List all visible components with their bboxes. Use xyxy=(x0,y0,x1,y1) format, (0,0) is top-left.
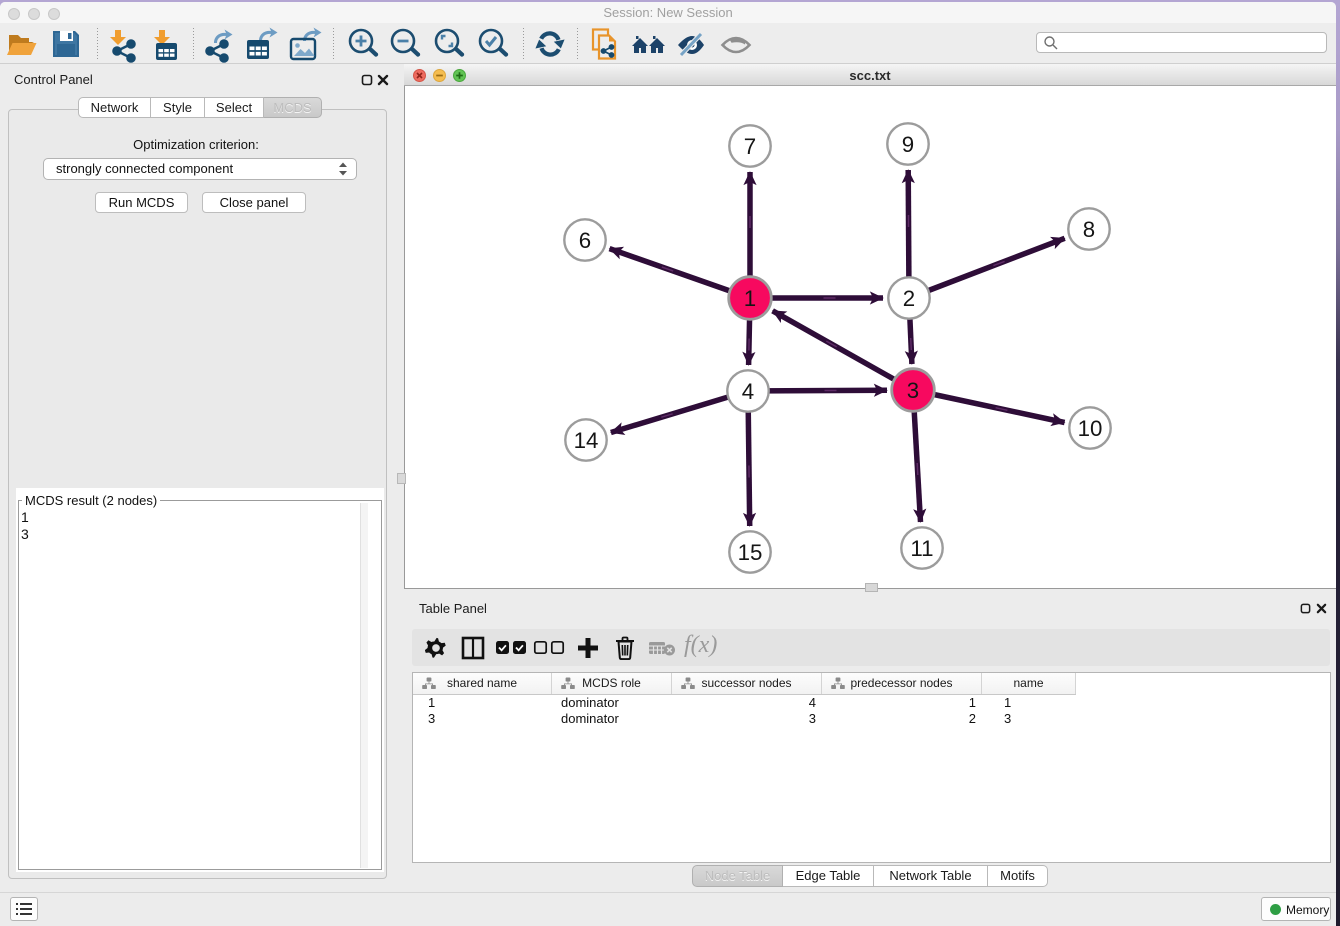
svg-text:2: 2 xyxy=(903,286,915,311)
svg-text:11: 11 xyxy=(910,536,933,561)
svg-text:6: 6 xyxy=(579,228,591,253)
svg-text:4: 4 xyxy=(742,379,754,404)
svg-text:8: 8 xyxy=(1083,217,1095,242)
svg-text:10: 10 xyxy=(1078,416,1103,441)
svg-text:7: 7 xyxy=(744,134,756,159)
svg-text:15: 15 xyxy=(738,540,763,565)
svg-text:14: 14 xyxy=(574,428,599,453)
svg-text:9: 9 xyxy=(902,132,914,157)
svg-text:3: 3 xyxy=(907,378,919,403)
svg-text:1: 1 xyxy=(744,286,756,311)
